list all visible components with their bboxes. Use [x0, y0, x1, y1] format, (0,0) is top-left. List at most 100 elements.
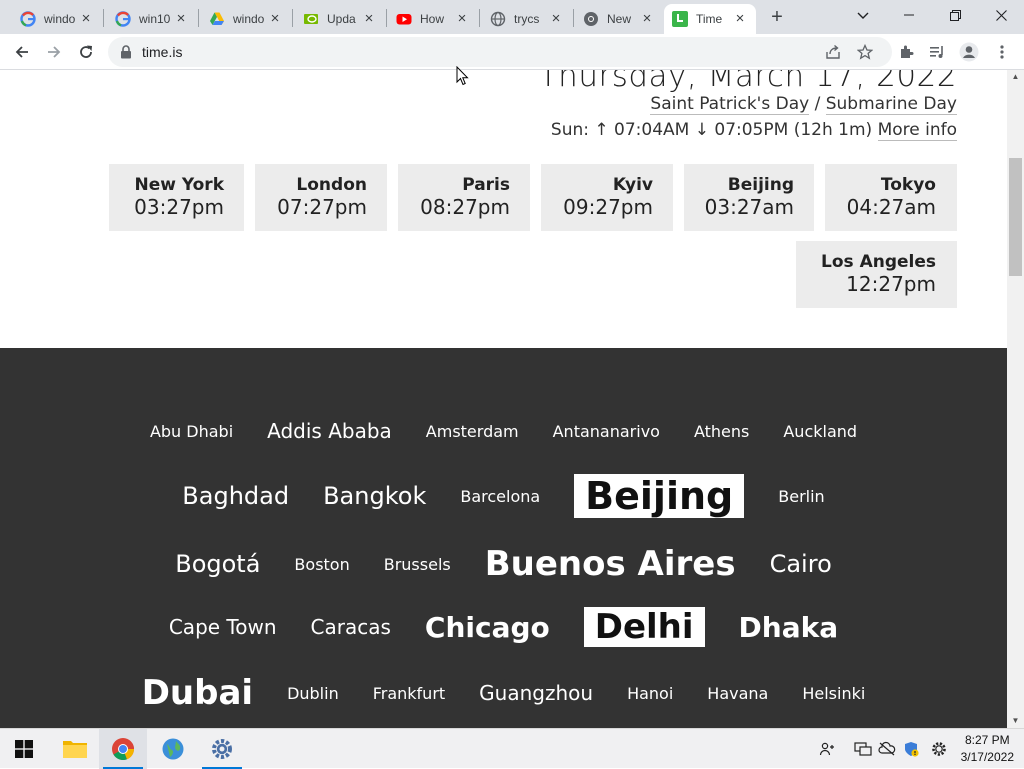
youtube-icon — [396, 11, 412, 27]
city-link[interactable]: Cape Town — [169, 615, 277, 639]
share-icon[interactable] — [822, 41, 844, 63]
city-link[interactable]: Dhaka — [739, 611, 839, 644]
network-icon[interactable] — [853, 739, 873, 759]
city-link[interactable]: Helsinki — [802, 684, 865, 703]
clock-box-beijing[interactable]: Beijing 03:27am — [684, 164, 814, 231]
tab-title: New — [607, 12, 632, 26]
minimize-button[interactable] — [886, 0, 932, 30]
back-button[interactable] — [8, 38, 36, 66]
clock-box-new-york[interactable]: New York 03:27pm — [109, 164, 244, 231]
city-link[interactable]: Antananarivo — [553, 422, 660, 441]
city-link[interactable]: Baghdad — [182, 482, 289, 510]
taskbar-app-globe[interactable] — [149, 729, 197, 769]
holiday-link-2[interactable]: Submarine Day — [825, 94, 957, 115]
clock-box-kyiv[interactable]: Kyiv 09:27pm — [541, 164, 673, 231]
city-link[interactable]: Amsterdam — [426, 422, 519, 441]
clock-box-paris[interactable]: Paris 08:27pm — [398, 164, 530, 231]
tab-2[interactable]: win10 × — [107, 4, 197, 34]
system-clock[interactable]: 8:27 PM 3/17/2022 — [961, 732, 1014, 766]
more-info-link[interactable]: More info — [877, 120, 957, 141]
restore-button[interactable] — [932, 0, 978, 30]
city-link[interactable]: Auckland — [783, 422, 857, 441]
tab-8-active[interactable]: Time × — [664, 4, 756, 34]
tab-5[interactable]: How × — [388, 4, 478, 34]
city-link[interactable]: Addis Ababa — [267, 419, 392, 443]
url-text[interactable]: time.is — [142, 44, 182, 60]
tab-3[interactable]: windo × — [201, 4, 291, 34]
city-link[interactable]: Buenos Aires — [485, 544, 736, 584]
profile-avatar-icon[interactable] — [957, 40, 981, 64]
city-row: Baghdad Bangkok Barcelona Beijing Berlin — [0, 474, 1007, 518]
taskbar-file-explorer[interactable] — [51, 729, 99, 769]
tab-search-button[interactable] — [840, 0, 886, 30]
clock-city: Kyiv — [612, 175, 653, 195]
city-link[interactable]: Frankfurt — [373, 684, 445, 703]
close-icon[interactable]: × — [267, 11, 283, 27]
city-link[interactable]: Brussels — [384, 555, 451, 574]
clock-city: Beijing — [727, 175, 794, 195]
media-control-icon[interactable] — [925, 40, 949, 64]
scroll-up-arrow-icon[interactable]: ▲ — [1007, 70, 1024, 84]
city-link[interactable]: Caracas — [311, 615, 391, 639]
holiday-link-1[interactable]: Saint Patrick's Day — [650, 94, 810, 115]
new-tab-button[interactable]: + — [765, 6, 789, 30]
city-link[interactable]: Dubai — [142, 673, 253, 713]
star-icon[interactable] — [854, 41, 876, 63]
reload-button[interactable] — [72, 38, 100, 66]
city-link[interactable]: Barcelona — [460, 487, 540, 506]
vertical-scrollbar[interactable]: ▲ ▼ — [1007, 70, 1024, 728]
menu-kebab-icon[interactable] — [990, 40, 1014, 64]
security-shield-icon[interactable] — [901, 739, 921, 759]
close-icon[interactable]: × — [454, 11, 470, 27]
clock-box-tokyo[interactable]: Tokyo 04:27am — [825, 164, 957, 231]
city-link[interactable]: Bangkok — [323, 482, 426, 510]
close-icon[interactable]: × — [639, 11, 655, 27]
close-icon[interactable]: × — [361, 11, 377, 27]
tab-title: windo — [44, 12, 76, 26]
city-link[interactable]: Boston — [294, 555, 349, 574]
city-link[interactable]: Cairo — [770, 550, 832, 578]
lock-icon[interactable] — [115, 41, 137, 63]
close-icon[interactable]: × — [78, 11, 94, 27]
city-link[interactable]: Chicago — [425, 611, 550, 644]
city-link[interactable]: Abu Dhabi — [150, 422, 233, 441]
city-link[interactable]: Athens — [694, 422, 749, 441]
close-icon[interactable]: × — [732, 11, 748, 27]
start-button[interactable] — [0, 729, 48, 769]
tab-1[interactable]: windo × — [12, 4, 102, 34]
tab-7[interactable]: New × — [575, 4, 663, 34]
scrollbar-thumb[interactable] — [1009, 158, 1022, 276]
arrow-left-icon — [15, 46, 28, 58]
clock-box-los-angeles[interactable]: Los Angeles 12:27pm — [796, 241, 957, 308]
close-icon[interactable]: × — [173, 11, 189, 27]
scroll-down-arrow-icon[interactable]: ▼ — [1007, 714, 1024, 728]
taskbar-settings[interactable] — [198, 729, 246, 769]
city-link-highlighted[interactable]: Delhi — [583, 607, 705, 647]
people-icon[interactable] — [817, 739, 837, 759]
sun-times: Sun: ↑ 07:04AM ↓ 07:05PM (12h 1m) — [550, 120, 878, 140]
city-link[interactable]: Guangzhou — [479, 681, 593, 705]
taskbar-chrome[interactable] — [99, 729, 147, 769]
city-link[interactable]: Dublin — [287, 684, 339, 703]
city-row: Cape Town Caracas Chicago Delhi Dhaka — [0, 607, 1007, 647]
extensions-icon[interactable] — [894, 40, 918, 64]
city-link-highlighted[interactable]: Beijing — [574, 474, 745, 518]
tab-title: windo — [233, 12, 265, 26]
city-link[interactable]: Havana — [707, 684, 768, 703]
city-link[interactable]: Berlin — [778, 487, 824, 506]
onedrive-offline-icon[interactable] — [877, 739, 897, 759]
tab-4[interactable]: Upda × — [295, 4, 385, 34]
close-window-button[interactable] — [978, 0, 1024, 30]
clock-box-london[interactable]: London 07:27pm — [255, 164, 387, 231]
tab-6[interactable]: trycs × — [482, 4, 572, 34]
forward-button[interactable] — [40, 38, 68, 66]
close-icon[interactable]: × — [548, 11, 564, 27]
city-link[interactable]: Hanoi — [627, 684, 673, 703]
google-icon — [115, 11, 131, 27]
page-content: Thursday, March 17, 2022 Saint Patrick's… — [0, 70, 1007, 728]
gear-icon[interactable] — [929, 739, 949, 759]
address-bar[interactable]: time.is — [108, 37, 892, 67]
tab-separator — [479, 9, 480, 27]
city-link[interactable]: Bogotá — [175, 550, 260, 578]
chrome-icon — [112, 738, 135, 761]
